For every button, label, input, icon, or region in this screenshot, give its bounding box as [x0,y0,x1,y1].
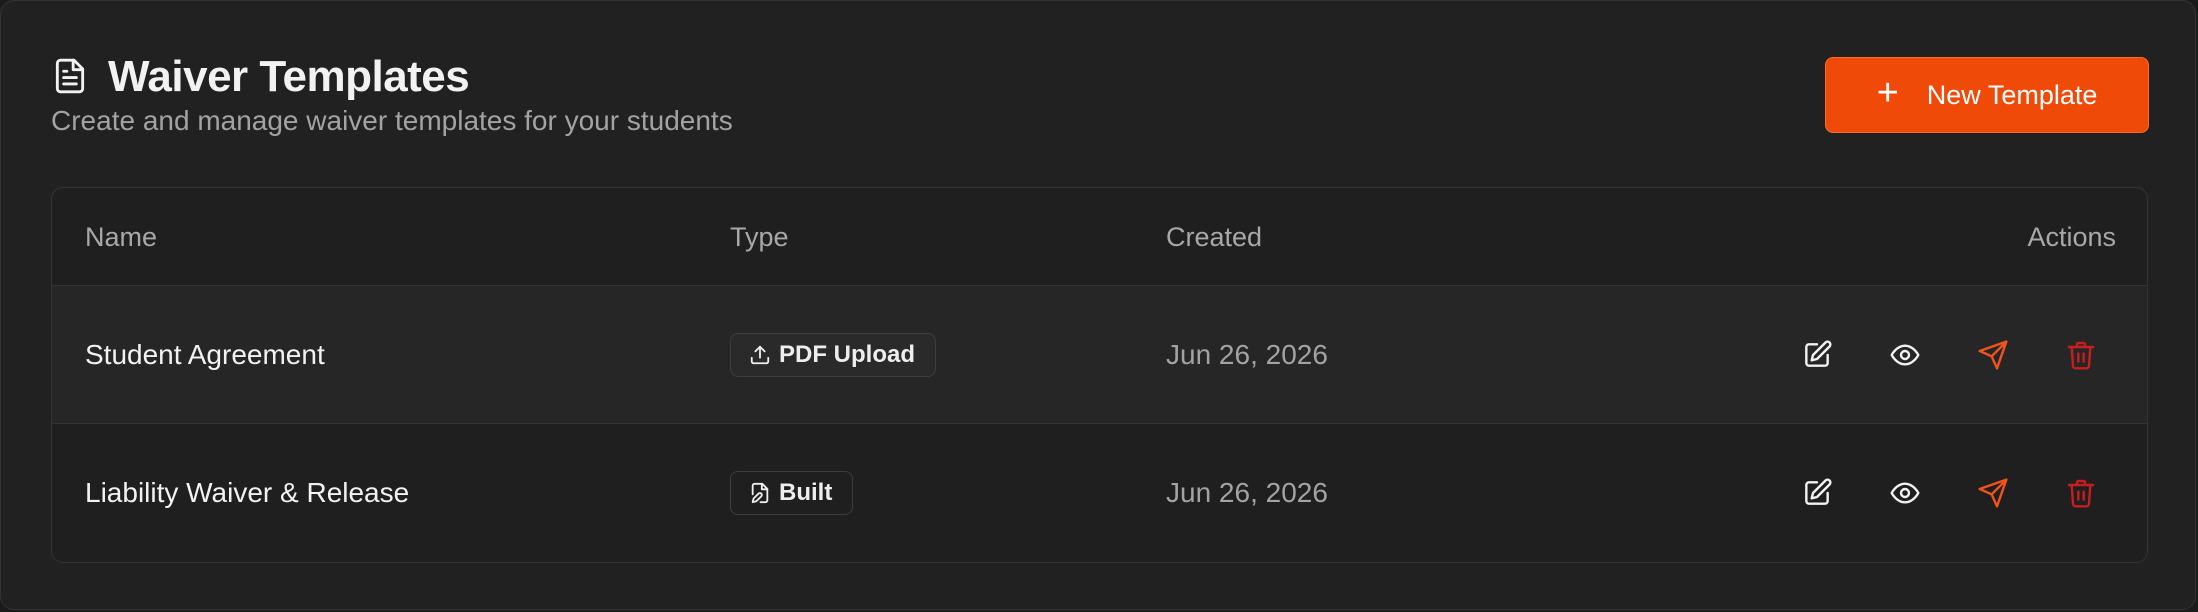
page-subtitle: Create and manage waiver templates for y… [51,105,733,136]
upload-icon [750,345,770,365]
column-header-created: Created [1166,222,1263,252]
file-edit-icon [751,482,769,504]
eye-icon [1890,482,1920,504]
send-button[interactable] [1971,471,2015,515]
template-name: Liability Waiver & Release [85,477,410,508]
delete-button[interactable] [2059,471,2103,515]
page-title: Waiver Templates [108,52,470,101]
table-row: Liability Waiver & Release Built Jun 26,… [52,424,2147,562]
trash-icon [2067,341,2095,370]
table-row: Student Agreement PDF Upload Jun 26, 202… [52,286,2147,424]
eye-icon [1890,344,1920,366]
edit-button[interactable] [1795,333,1839,377]
preview-button[interactable] [1883,471,1927,515]
column-header-type: Type [730,222,789,252]
created-date: Jun 26, 2026 [1166,477,1328,508]
delete-button[interactable] [2059,333,2103,377]
trash-icon [2067,479,2095,508]
templates-table: Name Type Created Actions Student Agreem… [51,187,2148,563]
send-icon [1978,478,2008,508]
column-header-name: Name [85,222,158,252]
edit-icon [1805,340,1832,367]
new-template-label: New Template [1926,79,2098,110]
document-icon [55,58,85,94]
edit-button[interactable] [1795,471,1839,515]
plus-icon: + [1876,72,1899,114]
type-label: Built [779,479,833,506]
type-badge: PDF Upload [730,333,936,377]
preview-button[interactable] [1883,333,1927,377]
send-button[interactable] [1971,333,2015,377]
column-header-actions: Actions [2027,222,2116,252]
send-icon [1978,340,2008,370]
template-name: Student Agreement [85,339,325,370]
edit-icon [1805,478,1832,505]
type-label: PDF Upload [779,341,915,368]
table-header: Name Type Created Actions [52,188,2147,286]
created-date: Jun 26, 2026 [1166,339,1328,370]
waiver-templates-panel: Waiver Templates Create and manage waive… [0,0,2196,610]
new-template-button[interactable]: + New Template [1825,57,2149,133]
type-badge: Built [730,471,854,515]
